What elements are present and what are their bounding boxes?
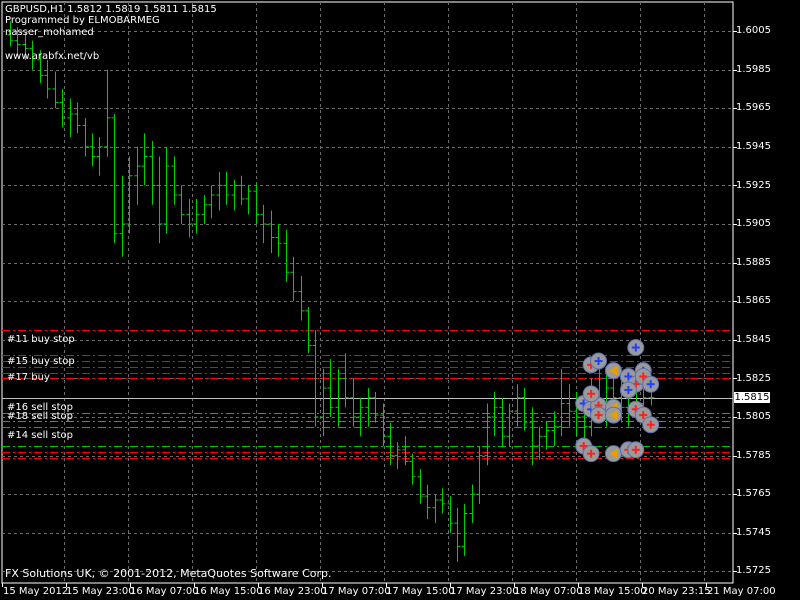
y-tick-label: 1.5745 [736,527,771,538]
website-label: www.arabfx.net/vb [5,51,100,62]
y-tick-label: 1.5805 [736,411,771,422]
y-tick-label: 1.5785 [736,450,771,461]
level-label-15-buy-stop: #15 buy stop [7,356,75,367]
y-tick-label: 1.6005 [736,25,771,36]
level-label-18-sell-stop: #18 sell stop [7,411,73,422]
x-tick-label: 17 May 15:00 [386,586,455,597]
x-tick-label: 16 May 15:00 [194,586,263,597]
x-tick-label: 17 May 07:00 [322,586,391,597]
chart-frame [1,1,734,584]
chart-window[interactable]: GBPUSD,H1 1.5812 1.5819 1.5811 1.5815 Pr… [0,0,800,600]
y-tick-label: 1.5945 [736,141,771,152]
x-tick-label: 15 May 23:00 [66,586,135,597]
x-tick-label: 18 May 15:00 [578,586,647,597]
x-tick-label: 16 May 23:00 [258,586,327,597]
y-tick-label: 1.5925 [736,180,771,191]
y-tick-label: 1.5965 [736,102,771,113]
level-label-11-buy-stop: #11 buy stop [7,334,75,345]
level-label-14-sell-stop: #14 sell stop [7,430,73,441]
x-tick-label: 20 May 23:15 [642,586,711,597]
y-tick-label: 1.5845 [736,334,771,345]
y-tick-label: 1.5985 [736,64,771,75]
x-tick-label: 16 May 07:00 [130,586,199,597]
y-tick-label: 1.5765 [736,488,771,499]
level-label-17-buy: #17 buy [7,372,50,383]
price-chart[interactable] [0,0,800,600]
author-label: nasser_mohamed [5,27,94,38]
x-tick-label: 15 May 2012 [3,586,69,597]
x-tick-label: 18 May 07:00 [514,586,583,597]
y-tick-label: 1.5725 [736,565,771,576]
x-tick-label: 21 May 07:00 [707,586,776,597]
x-tick-label: 17 May 23:00 [450,586,519,597]
symbol-info: GBPUSD,H1 1.5812 1.5819 1.5811 1.5815 [5,4,217,15]
y-tick-label: 1.5825 [736,373,771,384]
y-tick-label: 1.5865 [736,295,771,306]
y-tick-label: 1.5885 [736,257,771,268]
current-price-label: 1.5815 [734,392,770,403]
copyright-notice: FX Solutions UK, © 2001-2012, MetaQuotes… [5,567,332,580]
programmer-label: Programmed by ELMOBARMEG [5,15,160,26]
y-tick-label: 1.5905 [736,218,771,229]
